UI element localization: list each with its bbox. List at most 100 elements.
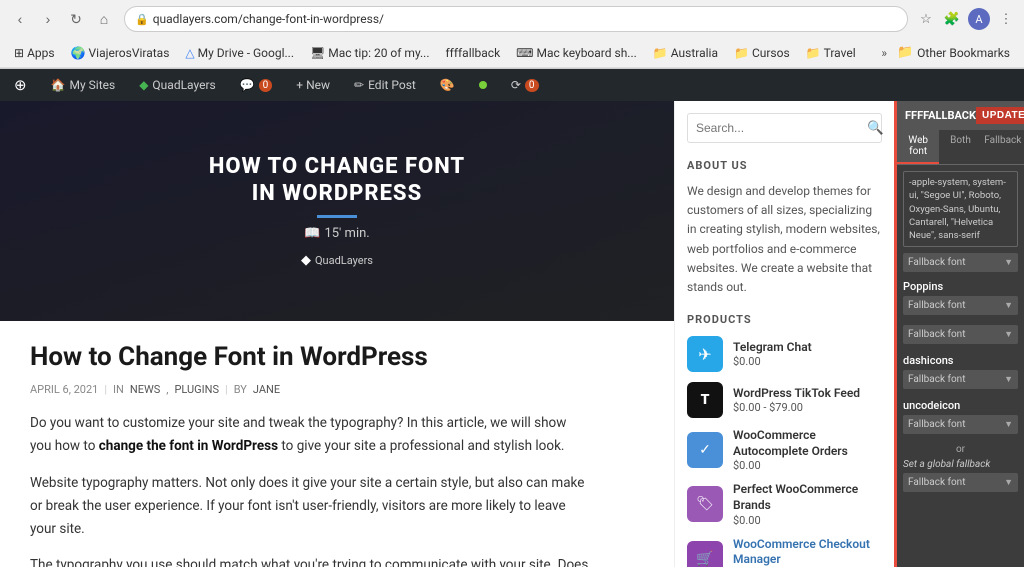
search-box: 🔍: [687, 113, 882, 143]
font-panel-brand: FFFFALLBACK: [905, 109, 976, 122]
woo-auto-icon: ✓: [687, 432, 723, 468]
meta-author[interactable]: JANE: [253, 383, 280, 396]
font-panel-header: FFFFALLBACK UPDATE: [897, 101, 1024, 130]
other-bookmarks-icon: 📁: [897, 45, 913, 60]
tiktok-name[interactable]: WordPress TikTok Feed: [733, 386, 882, 402]
australia-folder-icon: 📁: [653, 46, 668, 60]
woo-brands-info: Perfect WooCommerce Brands $0.00: [733, 482, 882, 526]
viajeros-icon: 🌍: [71, 46, 86, 60]
products-list: ✈ Telegram Chat $0.00 T WordPress TikTok…: [687, 336, 882, 567]
cursos-label: Cursos: [752, 46, 790, 60]
star-icon[interactable]: ☆: [916, 9, 936, 29]
url-text: quadlayers.com/change-font-in-wordpress/: [153, 12, 384, 26]
product-telegram: ✈ Telegram Chat $0.00: [687, 336, 882, 372]
products-section: PRODUCTS ✈ Telegram Chat $0.00 T: [687, 313, 882, 567]
apps-label: Apps: [27, 46, 55, 60]
wp-logo[interactable]: ⊕: [8, 69, 33, 101]
bookmark-viajeros[interactable]: 🌍 ViajerosViratas: [65, 44, 176, 62]
bookmark-ffffallback[interactable]: ffffallback: [439, 44, 506, 62]
search-input[interactable]: [688, 115, 859, 141]
tab-web-font[interactable]: Web font: [897, 130, 939, 164]
fallback-select-main[interactable]: Fallback font ▼: [903, 253, 1018, 272]
comments-item[interactable]: 💬 0: [234, 69, 279, 101]
bookmark-travel[interactable]: 📁 Travel: [800, 44, 862, 62]
wp-admin-bar: ⊕ 🏠 My Sites ◆ QuadLayers 💬 0 + New ✏ Ed…: [0, 69, 1024, 101]
telegram-name[interactable]: Telegram Chat: [733, 340, 882, 356]
article-paragraph-3: The typography you use should match what…: [30, 554, 590, 567]
profile-icon[interactable]: A: [968, 8, 990, 30]
meta-news[interactable]: NEWS: [130, 383, 160, 396]
quadlayers-icon: ◆: [139, 78, 148, 92]
travel-folder-icon: 📁: [806, 46, 821, 60]
quadlayers-item[interactable]: ◆ QuadLayers: [133, 69, 222, 101]
woo-checkout-icon: 🛒: [687, 541, 723, 567]
hero-underline: [317, 215, 357, 218]
browser-chrome: ‹ › ↻ ⌂ 🔒 quadlayers.com/change-font-in-…: [0, 0, 1024, 69]
poppins-fallback-select[interactable]: Fallback font ▼: [903, 296, 1018, 315]
status-item[interactable]: [473, 69, 493, 101]
back-button[interactable]: ‹: [8, 7, 32, 31]
new-item[interactable]: + New: [290, 69, 336, 101]
dashicons-fallback-select[interactable]: Fallback font ▼: [903, 370, 1018, 389]
search-button[interactable]: 🔍: [859, 114, 892, 142]
edit-post-item[interactable]: ✏ Edit Post: [348, 69, 422, 101]
sites-icon: 🏠: [51, 78, 66, 92]
product-woo-checkout: 🛒 WooCommerce Checkout Manager $0.00 - $…: [687, 537, 882, 567]
bookmark-cursos[interactable]: 📁 Cursos: [728, 44, 796, 62]
font-panel-tabs: Web font Both Fallback: [897, 130, 1024, 165]
select-arrow-icon: ▼: [1004, 257, 1013, 268]
dashicons-font-name: dashicons: [903, 354, 1018, 367]
menu-icon[interactable]: ⋮: [996, 9, 1016, 29]
tab-both[interactable]: Both: [939, 130, 981, 164]
updates-item[interactable]: ⟳ 0: [505, 69, 545, 101]
global-fallback-select[interactable]: Fallback font ▼: [903, 473, 1018, 492]
woo-auto-name[interactable]: WooCommerce Autocomplete Orders: [733, 428, 882, 459]
other-bookmarks[interactable]: 📁 Other Bookmarks: [891, 43, 1016, 62]
woo-brands-name[interactable]: Perfect WooCommerce Brands: [733, 482, 882, 513]
sf-pro-arrow-icon: ▼: [1004, 329, 1013, 340]
poppins-arrow-icon: ▼: [1004, 300, 1013, 311]
bookmark-apps[interactable]: ⊞ Apps: [8, 44, 61, 62]
uncodeicon-fallback-select[interactable]: Fallback font ▼: [903, 415, 1018, 434]
hero-time: 📖 15' min.: [209, 226, 465, 241]
customize-item[interactable]: 🎨: [434, 69, 461, 101]
poppins-font-name: Poppins: [903, 280, 1018, 293]
woo-checkout-name[interactable]: WooCommerce Checkout Manager: [733, 537, 882, 567]
comments-badge: 0: [259, 79, 273, 92]
bookmarks-bar: ⊞ Apps 🌍 ViajerosViratas △ My Drive - Go…: [0, 38, 1024, 68]
meta-date: APRIL 6, 2021: [30, 383, 98, 396]
cursos-folder-icon: 📁: [734, 46, 749, 60]
bookmark-australia[interactable]: 📁 Australia: [647, 44, 724, 62]
travel-label: Travel: [824, 46, 856, 60]
update-button[interactable]: UPDATE: [976, 107, 1024, 124]
customize-icon: 🎨: [440, 78, 455, 92]
sf-pro-fallback-select[interactable]: Fallback font ▼: [903, 325, 1018, 344]
article-paragraph-2: Website typography matters. Not only doe…: [30, 472, 590, 541]
book-icon: 📖: [304, 226, 320, 241]
bookmark-mac-tip[interactable]: 🖥 Mac tip: 20 of my...: [304, 44, 435, 62]
reload-button[interactable]: ↻: [64, 7, 88, 31]
comment-icon: 💬: [240, 78, 255, 92]
bookmark-mac-keyboard[interactable]: ⌨ Mac keyboard sh...: [510, 44, 643, 62]
bookmarks-overflow[interactable]: »: [881, 46, 887, 60]
global-fallback-label: Set a global fallback: [903, 459, 1018, 470]
mac-tip-label: Mac tip: 20 of my...: [328, 46, 429, 60]
drive-label: My Drive - Googl...: [198, 46, 294, 60]
address-bar[interactable]: 🔒 quadlayers.com/change-font-in-wordpres…: [124, 6, 908, 32]
woo-auto-info: WooCommerce Autocomplete Orders $0.00: [733, 428, 882, 472]
extensions-icon[interactable]: 🧩: [942, 9, 962, 29]
hero-logo: ◆ QuadLayers: [209, 253, 465, 268]
home-button[interactable]: ⌂: [92, 7, 116, 31]
my-sites-item[interactable]: 🏠 My Sites: [45, 69, 122, 101]
about-section: ABOUT US We design and develop themes fo…: [687, 159, 882, 297]
meta-by: BY: [234, 383, 247, 396]
lock-icon: 🔒: [135, 13, 149, 26]
meta-plugins[interactable]: PLUGINS: [174, 383, 219, 396]
forward-button[interactable]: ›: [36, 7, 60, 31]
article-paragraph-1: Do you want to customize your site and t…: [30, 412, 590, 458]
article-area: HOW TO CHANGE FONT IN WORDPRESS 📖 15' mi…: [0, 101, 674, 567]
meta-sep1: |: [104, 383, 107, 396]
tab-fallback[interactable]: Fallback: [982, 130, 1024, 164]
bookmark-drive[interactable]: △ My Drive - Googl...: [179, 44, 300, 62]
meta-in: IN: [113, 383, 124, 396]
